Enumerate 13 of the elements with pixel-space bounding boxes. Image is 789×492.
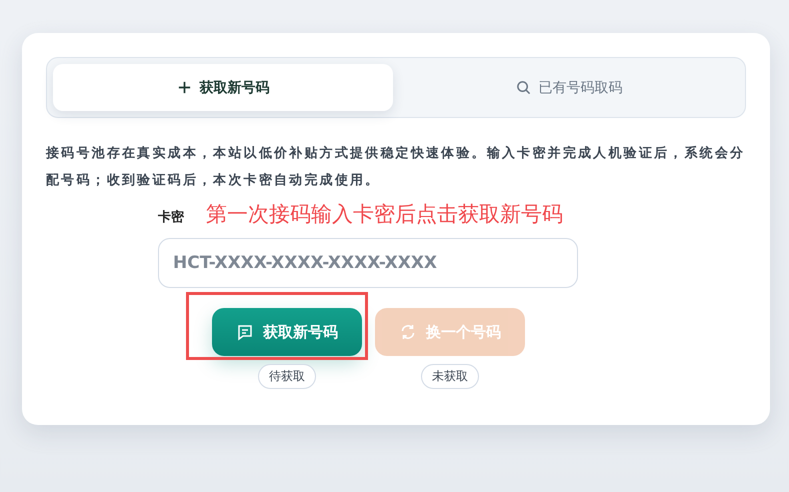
get-number-button[interactable]: 获取新号码 bbox=[212, 308, 362, 356]
description-text: 接码号池存在真实成本，本站以低价补贴方式提供稳定快速体验。输入卡密并完成人机验证后，系统会分配号码；收到验证码后，本次卡密自动完成使用。 bbox=[46, 144, 746, 190]
message-icon bbox=[236, 323, 254, 341]
card-key-field[interactable]: HCT-XXXX-XXXX-XXXX-XXXX bbox=[158, 238, 578, 288]
refresh-icon bbox=[399, 323, 417, 341]
field-label: 卡密 bbox=[158, 208, 184, 226]
search-icon bbox=[516, 80, 530, 95]
status-badge: 未获取 bbox=[421, 364, 479, 389]
tab[interactable]: 获取新号码 bbox=[53, 64, 393, 111]
annotation-text: 第一次接码输入卡密后点击获取新号码 bbox=[206, 201, 563, 228]
status-badge: 待获取 bbox=[258, 364, 316, 389]
plus-icon bbox=[176, 80, 192, 95]
tab[interactable]: 已有号码取码 bbox=[399, 64, 739, 111]
